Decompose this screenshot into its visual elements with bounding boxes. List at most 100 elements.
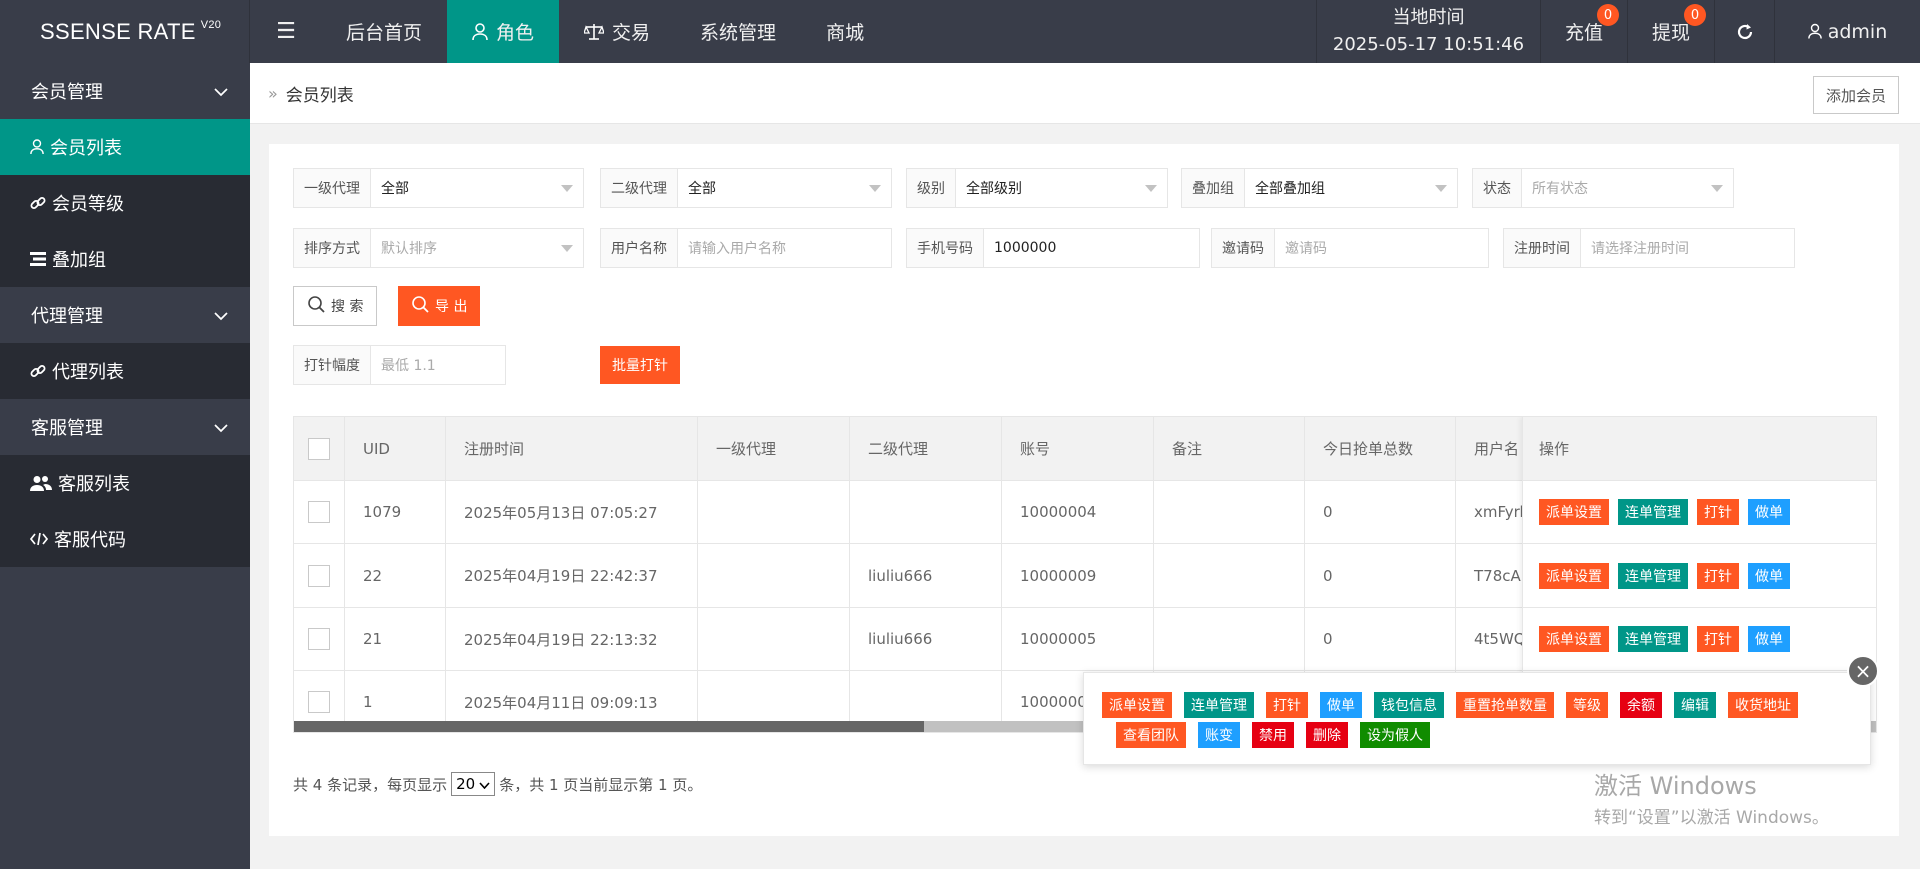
needle-button[interactable]: 打针 bbox=[1266, 692, 1308, 718]
view-team-button[interactable]: 查看团队 bbox=[1116, 722, 1186, 748]
do-order-button[interactable]: 做单 bbox=[1748, 499, 1790, 525]
user-menu[interactable]: admin bbox=[1774, 0, 1920, 63]
refresh-icon[interactable] bbox=[1714, 0, 1774, 63]
filter-select[interactable]: 全部级别 bbox=[956, 169, 1167, 207]
level-button[interactable]: 等级 bbox=[1566, 692, 1608, 718]
checkbox[interactable] bbox=[308, 691, 330, 713]
filter-agent1[interactable]: 一级代理 全部 bbox=[293, 168, 584, 208]
sidebar-item-member-level[interactable]: 会员等级 bbox=[0, 175, 250, 231]
do-order-button[interactable]: 做单 bbox=[1748, 562, 1790, 589]
phone-input[interactable]: 1000000 bbox=[984, 229, 1199, 267]
checkbox[interactable] bbox=[308, 564, 330, 587]
checkbox[interactable] bbox=[308, 437, 330, 460]
filter-invite[interactable]: 邀请码 邀请码 bbox=[1211, 228, 1489, 268]
withdraw-button[interactable]: 提现 0 bbox=[1627, 0, 1714, 63]
cell-agent2 bbox=[850, 481, 1002, 543]
app-logo[interactable]: SSENSE RATE V20 bbox=[0, 0, 250, 63]
invite-input[interactable]: 邀请码 bbox=[1275, 229, 1488, 267]
reset-grab-count-button[interactable]: 重置抢单数量 bbox=[1456, 692, 1554, 718]
chain-manage-button[interactable]: 连单管理 bbox=[1618, 499, 1688, 525]
search-label: 搜 索 bbox=[331, 299, 364, 315]
withdraw-badge: 0 bbox=[1684, 4, 1706, 26]
col-today-total[interactable]: 今日抢单总数 bbox=[1305, 417, 1456, 480]
row-checkbox[interactable] bbox=[294, 481, 345, 543]
chain-manage-button[interactable]: 连单管理 bbox=[1618, 562, 1688, 589]
search-button[interactable]: 搜 索 bbox=[293, 286, 378, 326]
filter-label: 状态 bbox=[1473, 169, 1522, 207]
menu-toggle-icon[interactable]: ☰ bbox=[251, 0, 321, 63]
nav-home[interactable]: 后台首页 bbox=[321, 0, 447, 63]
dispatch-settings-button[interactable]: 派单设置 bbox=[1539, 562, 1609, 589]
chain-manage-button[interactable]: 连单管理 bbox=[1184, 692, 1254, 718]
filter-select[interactable]: 全部 bbox=[371, 169, 583, 207]
chain-manage-button[interactable]: 连单管理 bbox=[1618, 626, 1688, 652]
nav-role[interactable]: 角色 bbox=[447, 0, 560, 63]
needle-input[interactable]: 最低 1.1 bbox=[371, 346, 505, 384]
filter-username[interactable]: 用户名称 请输入用户名称 bbox=[600, 228, 892, 268]
nav-trade[interactable]: 交易 bbox=[559, 0, 675, 63]
add-member-button[interactable]: 添加会员 bbox=[1812, 76, 1899, 114]
username-input[interactable]: 请输入用户名称 bbox=[678, 229, 891, 267]
balance-button[interactable]: 余额 bbox=[1620, 692, 1662, 718]
row-checkbox[interactable] bbox=[294, 544, 345, 607]
sidebar-item-service-list[interactable]: 客服列表 bbox=[0, 455, 250, 511]
account-change-button[interactable]: 账变 bbox=[1198, 722, 1240, 748]
filter-status[interactable]: 状态 所有状态 bbox=[1472, 168, 1734, 208]
sidebar-group-agent[interactable]: 代理管理 bbox=[0, 287, 250, 343]
filter-group[interactable]: 叠加组 全部叠加组 bbox=[1181, 168, 1458, 208]
filter-sort[interactable]: 排序方式 默认排序 bbox=[293, 228, 584, 268]
close-icon[interactable]: × bbox=[1847, 655, 1879, 687]
needle-button[interactable]: 打针 bbox=[1697, 562, 1739, 589]
needle-button[interactable]: 打针 bbox=[1697, 626, 1739, 652]
filter-select[interactable]: 所有状态 bbox=[1522, 169, 1733, 207]
filter-select[interactable]: 全部叠加组 bbox=[1245, 169, 1457, 207]
sidebar-group-member[interactable]: 会员管理 bbox=[0, 63, 250, 119]
col-agent2[interactable]: 二级代理 bbox=[850, 417, 1002, 480]
dispatch-settings-button[interactable]: 派单设置 bbox=[1102, 692, 1172, 718]
batch-needle-button[interactable]: 批量打针 bbox=[600, 346, 680, 384]
dispatch-settings-button[interactable]: 派单设置 bbox=[1539, 626, 1609, 652]
recharge-button[interactable]: 充值 0 bbox=[1540, 0, 1627, 63]
sidebar-item-member-list[interactable]: 会员列表 bbox=[0, 119, 250, 175]
col-note[interactable]: 备注 bbox=[1154, 417, 1305, 480]
filter-select[interactable]: 默认排序 bbox=[371, 229, 583, 267]
filter-regtime[interactable]: 注册时间 请选择注册时间 bbox=[1503, 228, 1795, 268]
caret-down-icon bbox=[1435, 184, 1447, 192]
filter-label: 注册时间 bbox=[1504, 229, 1581, 267]
filter-level[interactable]: 级别 全部级别 bbox=[906, 168, 1168, 208]
sidebar-item-agent-list[interactable]: 代理列表 bbox=[0, 343, 250, 399]
filter-label: 一级代理 bbox=[294, 169, 371, 207]
row-checkbox[interactable] bbox=[294, 608, 345, 670]
filter-label: 排序方式 bbox=[294, 229, 371, 267]
regtime-input[interactable]: 请选择注册时间 bbox=[1581, 229, 1794, 267]
delete-button[interactable]: 删除 bbox=[1306, 722, 1348, 748]
filter-needle[interactable]: 打针幅度 最低 1.1 bbox=[293, 345, 506, 385]
shipping-address-button[interactable]: 收货地址 bbox=[1728, 692, 1798, 718]
disable-button[interactable]: 禁用 bbox=[1252, 722, 1294, 748]
set-fake-user-button[interactable]: 设为假人 bbox=[1360, 722, 1430, 748]
filter-agent2[interactable]: 二级代理 全部 bbox=[600, 168, 892, 208]
nav-system[interactable]: 系统管理 bbox=[675, 0, 801, 63]
filter-select[interactable]: 全部 bbox=[678, 169, 891, 207]
sidebar-item-stack-group[interactable]: 叠加组 bbox=[0, 231, 250, 287]
sidebar-item-service-code[interactable]: 客服代码 bbox=[0, 511, 250, 567]
needle-button[interactable]: 打针 bbox=[1697, 499, 1739, 525]
checkbox[interactable] bbox=[308, 628, 330, 650]
do-order-button[interactable]: 做单 bbox=[1748, 626, 1790, 652]
filter-phone[interactable]: 手机号码 1000000 bbox=[906, 228, 1200, 268]
export-button[interactable]: 导 出 bbox=[398, 286, 481, 326]
col-account[interactable]: 账号 bbox=[1002, 417, 1154, 480]
checkbox[interactable] bbox=[308, 501, 330, 523]
col-agent1[interactable]: 一级代理 bbox=[698, 417, 850, 480]
nav-mall[interactable]: 商城 bbox=[801, 0, 889, 63]
select-all-checkbox[interactable] bbox=[294, 417, 345, 480]
per-page-select[interactable]: 20 bbox=[451, 772, 496, 796]
edit-button[interactable]: 编辑 bbox=[1674, 692, 1716, 718]
col-uid[interactable]: UID bbox=[345, 417, 446, 480]
wallet-info-button[interactable]: 钱包信息 bbox=[1374, 692, 1444, 718]
col-regtime[interactable]: 注册时间 bbox=[446, 417, 698, 480]
do-order-button[interactable]: 做单 bbox=[1320, 692, 1362, 718]
scrollbar-thumb[interactable] bbox=[294, 721, 924, 732]
sidebar-group-service[interactable]: 客服管理 bbox=[0, 399, 250, 455]
dispatch-settings-button[interactable]: 派单设置 bbox=[1539, 499, 1609, 525]
